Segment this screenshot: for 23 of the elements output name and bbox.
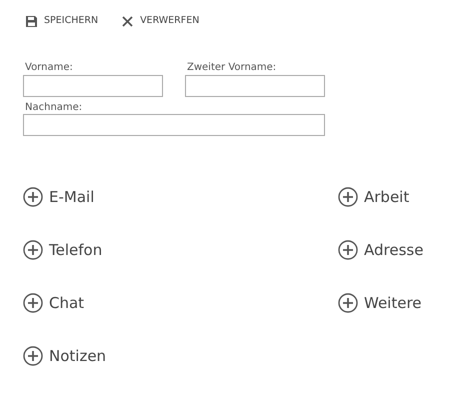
plus-circle-icon [338, 293, 358, 314]
add-field-button[interactable]: Arbeit [338, 186, 451, 208]
field-label: Vorname: [24, 61, 74, 74]
plus-circle-icon [23, 293, 43, 314]
text-field[interactable] [23, 75, 163, 98]
add-field-button[interactable]: Weitere [338, 292, 451, 314]
plus-circle-icon [338, 240, 358, 260]
field-label: Zweiter Vorname: [186, 61, 278, 74]
add-field-button[interactable]: Telefon [23, 239, 338, 262]
close-icon [122, 16, 134, 27]
text-field[interactable] [185, 75, 325, 98]
text-field[interactable] [23, 114, 325, 136]
add-field-button[interactable]: Adresse [338, 239, 451, 262]
add-field-button[interactable]: Notizen [23, 345, 338, 368]
plus-circle-icon [23, 346, 43, 366]
plus-circle-icon [338, 187, 358, 208]
save-button[interactable]: SPEICHERN [26, 14, 98, 28]
discard-button[interactable]: VERWERFEN [122, 14, 200, 28]
plus-circle-icon [23, 187, 43, 208]
add-field-button[interactable]: E-Mail [23, 186, 338, 208]
plus-circle-icon [23, 240, 43, 260]
field-label: Nachname: [24, 101, 84, 114]
add-field-button[interactable]: Chat [23, 292, 338, 314]
